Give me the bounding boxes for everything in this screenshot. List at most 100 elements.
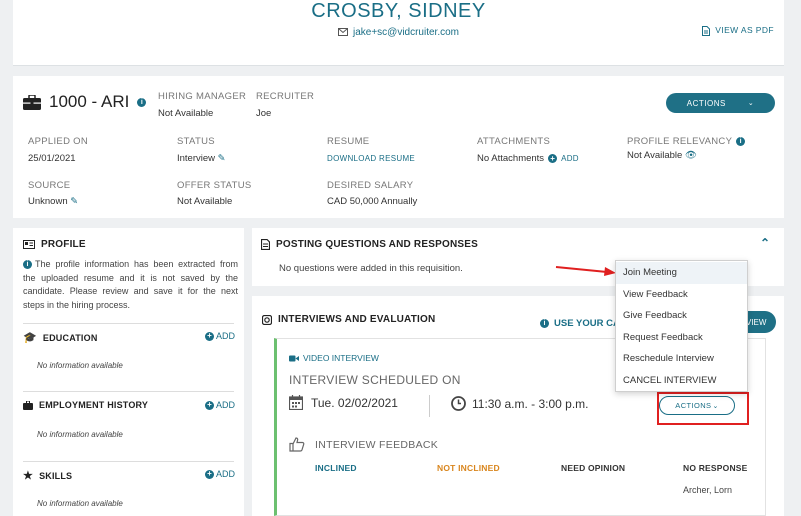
recruiter-label: RECRUITER	[256, 91, 315, 102]
profile-title: PROFILE	[41, 239, 86, 250]
attachments-add-link[interactable]: ADD	[561, 154, 579, 163]
pencil-icon[interactable]: ✎	[218, 153, 226, 164]
document-icon	[261, 239, 270, 250]
status-value: Interview ✎	[177, 153, 226, 164]
view-as-pdf-link[interactable]: VIEW AS PDF	[702, 25, 774, 36]
profile-description: i The profile information has been extrac…	[23, 258, 238, 312]
employment-add-label: ADD	[216, 400, 236, 410]
download-resume-link[interactable]: DOWNLOAD RESUME	[327, 154, 415, 163]
desired-salary-value: CAD 50,000 Annually	[327, 196, 418, 207]
applied-on-value: 25/01/2021	[28, 153, 76, 164]
attachments-text: No Attachments	[477, 153, 545, 164]
education-add-label: ADD	[216, 331, 236, 341]
posting-empty-message: No questions were added in this requisit…	[279, 263, 463, 274]
candidate-email[interactable]: jake+sc@vidcruiter.com	[13, 27, 784, 38]
inclined-column: INCLINED	[315, 463, 357, 473]
profile-heading: PROFILE	[23, 239, 86, 250]
info-icon[interactable]: i	[137, 97, 147, 107]
employment-add-button[interactable]: + ADD	[205, 400, 235, 410]
info-icon: i	[540, 319, 549, 328]
employment-empty: No information available	[37, 430, 123, 439]
actions-button[interactable]: ACTIONS ⌄	[666, 93, 775, 113]
desired-salary-label: DESIRED SALARY	[327, 180, 414, 191]
graduation-cap-icon: 🎓	[23, 332, 37, 344]
calendar-icon	[289, 395, 303, 410]
star-icon: ★	[23, 470, 34, 482]
source-value: Unknown ✎	[28, 196, 78, 207]
interviews-title: INTERVIEWS AND EVALUATION	[278, 314, 436, 325]
education-add-button[interactable]: + ADD	[205, 331, 235, 341]
camera-icon	[262, 314, 272, 325]
resume-label: RESUME	[327, 136, 370, 147]
menu-item-request-feedback[interactable]: Request Feedback	[616, 327, 747, 349]
candidate-header: CROSBY, SIDNEY jake+sc@vidcruiter.com VI…	[13, 0, 784, 66]
attachments-value: No Attachments + ADD	[477, 153, 579, 164]
profile-relevancy-value: Not Available 👁	[627, 150, 697, 161]
interview-actions-dropdown: Join Meeting View Feedback Give Feedback…	[615, 260, 748, 392]
plus-icon: +	[205, 331, 214, 341]
not-inclined-column: NOT INCLINED	[437, 463, 500, 473]
candidate-email-text: jake+sc@vidcruiter.com	[352, 27, 460, 38]
eye-icon[interactable]: 👁	[685, 150, 697, 161]
divider	[23, 391, 234, 392]
chevron-up-icon[interactable]: ⌃	[760, 236, 770, 250]
video-interview-label: VIDEO INTERVIEW	[289, 353, 379, 363]
use-calendar-link[interactable]: i USE YOUR CA	[540, 318, 620, 329]
source-text: Unknown	[28, 196, 68, 207]
source-label: SOURCE	[28, 180, 71, 191]
recruiter-value: Joe	[256, 108, 272, 119]
interview-feedback-heading: INTERVIEW FEEDBACK	[289, 437, 438, 452]
pencil-icon[interactable]: ✎	[70, 196, 78, 207]
relevancy-label-text: PROFILE RELEVANCY	[627, 136, 733, 147]
divider	[23, 323, 234, 324]
menu-item-reschedule-interview[interactable]: Reschedule Interview	[616, 348, 747, 370]
interview-date: Tue. 02/02/2021	[289, 395, 398, 410]
actions-button-label: ACTIONS	[686, 98, 726, 108]
menu-item-view-feedback[interactable]: View Feedback	[616, 284, 747, 306]
employment-title: EMPLOYMENT HISTORY	[39, 400, 149, 410]
employment-heading: EMPLOYMENT HISTORY	[23, 400, 148, 410]
skills-heading: ★ SKILLS	[23, 469, 72, 482]
actions-highlight-box	[657, 392, 749, 425]
hiring-manager-label: HIRING MANAGER	[158, 91, 247, 102]
candidate-name: CROSBY, SIDNEY	[311, 0, 486, 22]
skills-title: SKILLS	[39, 470, 73, 481]
plus-icon: +	[205, 400, 214, 410]
plus-icon[interactable]: +	[548, 154, 558, 163]
chevron-down-icon: ⌄	[747, 100, 755, 107]
education-heading: 🎓 EDUCATION	[23, 331, 98, 344]
menu-item-join-meeting[interactable]: Join Meeting	[616, 262, 747, 284]
document-icon	[702, 25, 711, 36]
offer-status-value: Not Available	[177, 196, 233, 207]
relevancy-text: Not Available	[627, 150, 683, 161]
interview-date-text: Tue. 02/02/2021	[311, 395, 398, 410]
education-empty: No information available	[37, 361, 123, 370]
applied-on-label: APPLIED ON	[28, 136, 89, 147]
briefcase-icon	[23, 94, 41, 110]
menu-item-cancel-interview[interactable]: CANCEL INTERVIEW	[616, 370, 747, 392]
envelope-icon	[337, 28, 348, 37]
thumbs-up-icon	[289, 437, 305, 452]
education-title: EDUCATION	[42, 332, 98, 343]
profile-card: PROFILE i The profile information has bee…	[13, 228, 244, 516]
video-interview-text: VIDEO INTERVIEW	[303, 353, 379, 363]
clock-icon	[451, 396, 466, 411]
need-opinion-column: NEED OPINION	[561, 463, 626, 473]
attachments-label: ATTACHMENTS	[477, 136, 551, 147]
offer-status-label: OFFER STATUS	[177, 180, 252, 191]
interview-time: 11:30 a.m. - 3:00 p.m.	[451, 396, 589, 411]
divider	[23, 461, 234, 462]
reviewer-name: Archer, Lorn	[683, 485, 733, 495]
status-text: Interview	[177, 153, 216, 164]
info-icon[interactable]: i	[736, 137, 746, 146]
skills-add-label: ADD	[216, 469, 236, 479]
posting-title: POSTING QUESTIONS AND RESPONSES	[276, 239, 478, 250]
menu-item-give-feedback[interactable]: Give Feedback	[616, 305, 747, 327]
skills-add-button[interactable]: + ADD	[205, 469, 235, 479]
view-as-pdf-label: VIEW AS PDF	[715, 25, 774, 35]
skills-empty: No information available	[37, 499, 123, 508]
plus-icon: +	[205, 469, 214, 479]
divider	[429, 395, 430, 417]
view-button-label: VIEW	[746, 317, 767, 327]
status-label: STATUS	[177, 136, 215, 147]
